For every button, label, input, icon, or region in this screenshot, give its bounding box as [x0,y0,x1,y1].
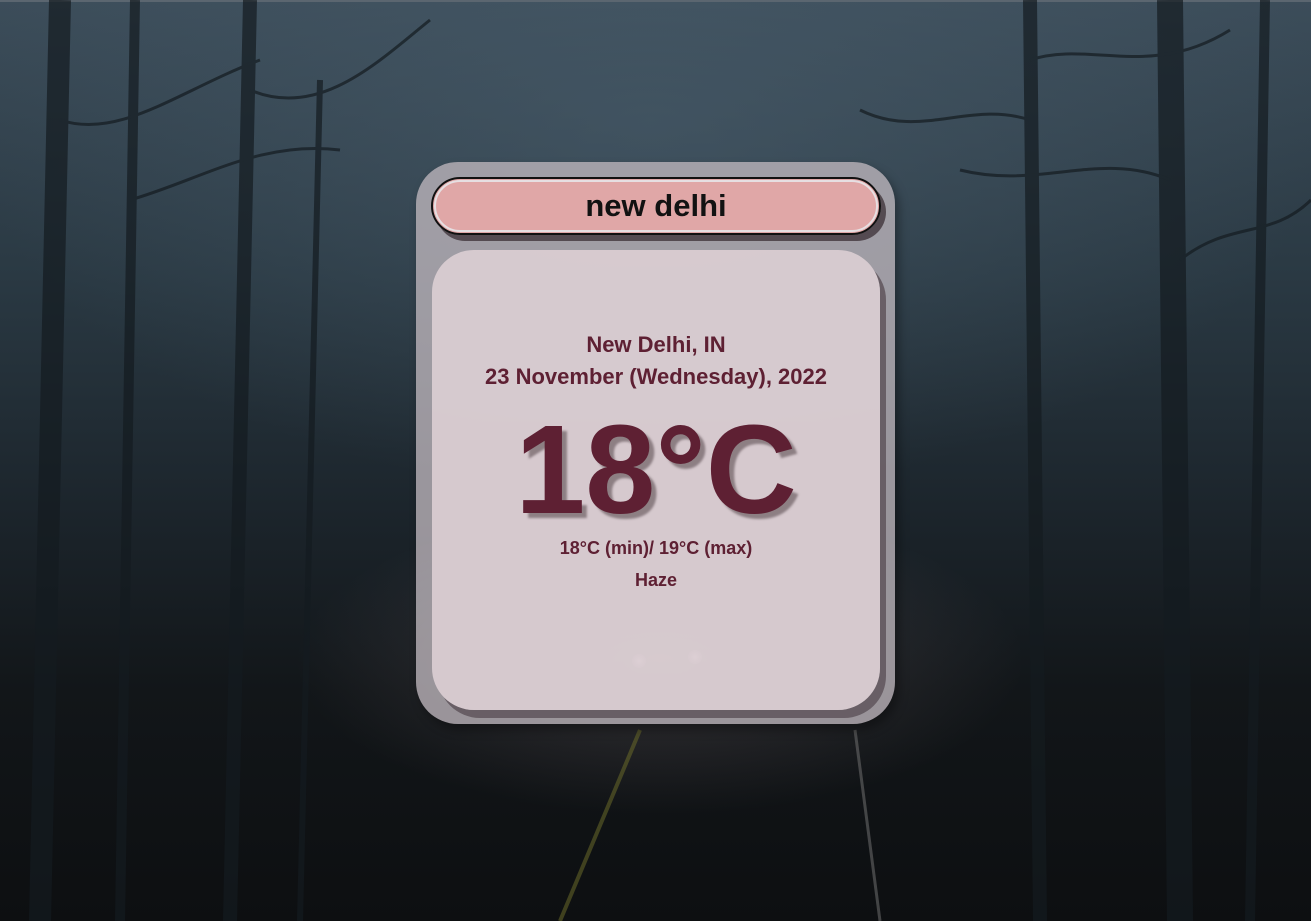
weather-info-panel: New Delhi, IN 23 November (Wednesday), 2… [432,250,880,710]
date-label: 23 November (Wednesday), 2022 [485,364,827,389]
search-box [431,177,881,235]
city-search-input[interactable] [431,177,881,235]
weather-condition: Haze [634,570,678,590]
min-max-temperature: 18°C (min)/ 19°C (max) [559,538,753,558]
weather-card: New Delhi, IN 23 November (Wednesday), 2… [416,162,895,724]
location-label: New Delhi, IN [586,332,726,357]
app-page: New Delhi, IN 23 November (Wednesday), 2… [0,0,1311,921]
current-temperature: 18°C [515,399,797,540]
